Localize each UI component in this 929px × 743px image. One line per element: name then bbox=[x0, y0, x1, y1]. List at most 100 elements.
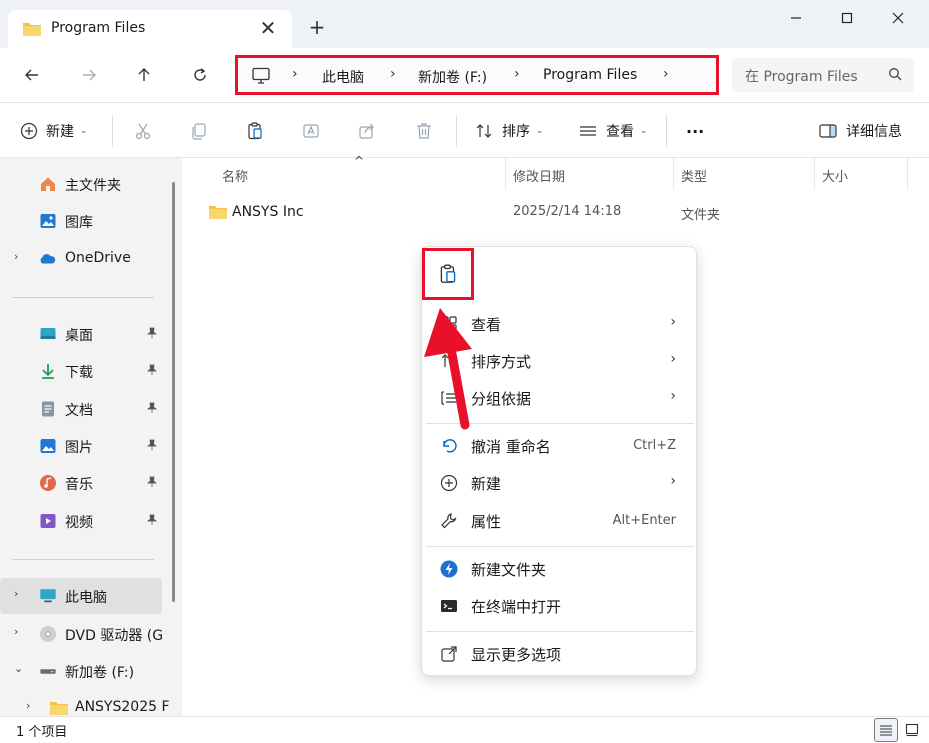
breadcrumb-separator[interactable]: › bbox=[292, 66, 298, 82]
menu-item-show-more-options[interactable]: 显示更多选项 bbox=[428, 637, 692, 671]
breadcrumb-separator[interactable]: › bbox=[390, 66, 396, 82]
computer-icon bbox=[251, 67, 271, 89]
breadcrumb-this-pc[interactable]: 此电脑 bbox=[322, 67, 364, 87]
menu-item-group-by[interactable]: 分组依据 › bbox=[428, 381, 692, 415]
status-bar: 1 个项目 bbox=[0, 716, 929, 743]
search-icon[interactable] bbox=[888, 67, 902, 85]
up-button[interactable] bbox=[127, 58, 161, 92]
desktop-icon bbox=[40, 328, 56, 339]
cut-button[interactable] bbox=[133, 117, 153, 145]
menu-item-new-folder[interactable]: 新建文件夹 bbox=[428, 552, 692, 586]
close-tab-icon[interactable]: ✕ bbox=[256, 16, 280, 40]
sort-button[interactable]: 排序 ⌄ bbox=[474, 117, 544, 145]
drive-icon bbox=[40, 669, 56, 674]
column-header-name[interactable]: 名称 bbox=[222, 166, 248, 185]
submenu-arrow-icon: › bbox=[670, 351, 676, 367]
column-divider[interactable] bbox=[907, 158, 908, 190]
document-icon bbox=[42, 401, 54, 417]
shortcut-label: Ctrl+Z bbox=[633, 438, 676, 453]
view-grid-icon bbox=[441, 316, 457, 332]
details-pane-button[interactable]: 详细信息 bbox=[818, 117, 902, 145]
share-button[interactable] bbox=[357, 117, 377, 145]
tab-title: Program Files bbox=[51, 20, 146, 36]
clipboard-icon bbox=[440, 264, 456, 283]
toolbar-divider bbox=[456, 115, 457, 147]
sidebar-item-dvd-drive[interactable]: › DVD 驱动器 (G bbox=[0, 616, 163, 652]
sidebar-item-gallery[interactable]: 图库 bbox=[0, 203, 162, 239]
arrow-up-icon bbox=[138, 68, 150, 81]
maximize-button[interactable] bbox=[822, 0, 872, 36]
sidebar-item-desktop[interactable]: 桌面 bbox=[0, 316, 162, 352]
scissors-icon bbox=[135, 123, 151, 140]
column-divider[interactable] bbox=[814, 158, 815, 190]
address-bar[interactable]: › 此电脑 › 新加卷 (F:) › Program Files › bbox=[235, 55, 719, 95]
column-header-type[interactable]: 类型 bbox=[681, 166, 707, 185]
menu-item-undo-rename[interactable]: 撤消 重命名 Ctrl+Z bbox=[428, 429, 692, 463]
view-button[interactable]: 查看 ⌄ bbox=[578, 117, 648, 145]
paste-button[interactable] bbox=[245, 117, 265, 145]
column-divider[interactable] bbox=[673, 158, 674, 190]
new-button[interactable]: 新建 ⌄ bbox=[20, 117, 88, 145]
menu-item-view[interactable]: 查看 › bbox=[428, 307, 692, 341]
address-row: › 此电脑 › 新加卷 (F:) › Program Files › 在 Pro… bbox=[0, 48, 929, 102]
music-icon bbox=[40, 475, 56, 491]
table-row[interactable]: ANSYS Inc 2025/2/14 14:18 文件夹 bbox=[208, 201, 908, 225]
item-count: 1 个项目 bbox=[16, 725, 68, 740]
context-paste-button[interactable] bbox=[422, 248, 474, 300]
tiles-view-button[interactable] bbox=[900, 718, 924, 742]
minimize-button[interactable] bbox=[771, 0, 821, 36]
sidebar-item-this-pc[interactable]: › 此电脑 bbox=[0, 578, 162, 614]
sidebar-scrollbar[interactable] bbox=[172, 182, 175, 602]
more-options-button[interactable]: ··· bbox=[686, 117, 704, 145]
back-button[interactable] bbox=[15, 58, 49, 92]
forward-button[interactable] bbox=[72, 58, 106, 92]
search-placeholder[interactable]: 在 Program Files bbox=[745, 66, 870, 86]
rename-button[interactable] bbox=[301, 117, 321, 145]
menu-item-open-in-terminal[interactable]: 在终端中打开 bbox=[428, 589, 692, 623]
breadcrumb-separator[interactable]: › bbox=[514, 66, 520, 82]
pin-icon[interactable] bbox=[146, 439, 158, 451]
sidebar-item-downloads[interactable]: 下载 bbox=[0, 353, 162, 389]
menu-divider bbox=[426, 631, 694, 632]
details-view-button[interactable] bbox=[874, 718, 898, 742]
plus-circle-icon bbox=[440, 474, 458, 492]
sidebar-item-videos[interactable]: 视频 bbox=[0, 503, 162, 539]
column-header-date[interactable]: 修改日期 bbox=[513, 166, 565, 185]
refresh-button[interactable] bbox=[183, 58, 217, 92]
file-type: 文件夹 bbox=[681, 208, 721, 223]
menu-item-new[interactable]: 新建 › bbox=[428, 466, 692, 500]
menu-item-properties[interactable]: 属性 Alt+Enter bbox=[428, 504, 692, 538]
copy-button[interactable] bbox=[189, 117, 209, 145]
sidebar-item-pictures[interactable]: 图片 bbox=[0, 428, 162, 464]
pin-icon[interactable] bbox=[146, 402, 158, 414]
sidebar-item-volume-f[interactable]: ⌄ 新加卷 (F:) bbox=[0, 653, 162, 689]
breadcrumb-program-files[interactable]: Program Files bbox=[543, 67, 637, 83]
pin-icon[interactable] bbox=[146, 327, 158, 339]
picture-icon bbox=[40, 439, 56, 453]
close-window-button[interactable] bbox=[873, 0, 923, 36]
pin-icon[interactable] bbox=[146, 476, 158, 488]
column-divider[interactable] bbox=[505, 158, 506, 190]
sidebar-item-ansys2025[interactable]: › ANSYS2025 F bbox=[0, 690, 170, 716]
new-tab-button[interactable]: + bbox=[304, 14, 330, 40]
sidebar-item-music[interactable]: 音乐 bbox=[0, 465, 162, 501]
search-box[interactable]: 在 Program Files bbox=[732, 58, 914, 92]
pin-icon[interactable] bbox=[146, 514, 158, 526]
sidebar-item-onedrive[interactable]: › OneDrive bbox=[0, 241, 162, 277]
sidebar-item-home[interactable]: 主文件夹 bbox=[0, 166, 162, 202]
file-date: 2025/2/14 14:18 bbox=[513, 204, 622, 219]
menu-item-sort-by[interactable]: 排序方式 › bbox=[428, 344, 692, 378]
column-header-size[interactable]: 大小 bbox=[822, 166, 848, 185]
computer-icon bbox=[40, 589, 56, 603]
sidebar-item-documents[interactable]: 文档 bbox=[0, 391, 162, 427]
terminal-icon bbox=[441, 600, 457, 612]
group-icon bbox=[441, 391, 456, 405]
bolt-icon bbox=[440, 560, 458, 578]
breadcrumb-volume-f[interactable]: 新加卷 (F:) bbox=[418, 67, 487, 87]
toolbar-divider bbox=[666, 115, 667, 147]
tab-program-files[interactable]: Program Files ✕ bbox=[8, 10, 292, 48]
pin-icon[interactable] bbox=[146, 364, 158, 376]
delete-button[interactable] bbox=[414, 117, 434, 145]
command-bar: 新建 ⌄ 排序 ⌄ 查看 ⌄ ··· 详细信息 bbox=[0, 102, 929, 158]
breadcrumb-separator[interactable]: › bbox=[663, 66, 669, 82]
